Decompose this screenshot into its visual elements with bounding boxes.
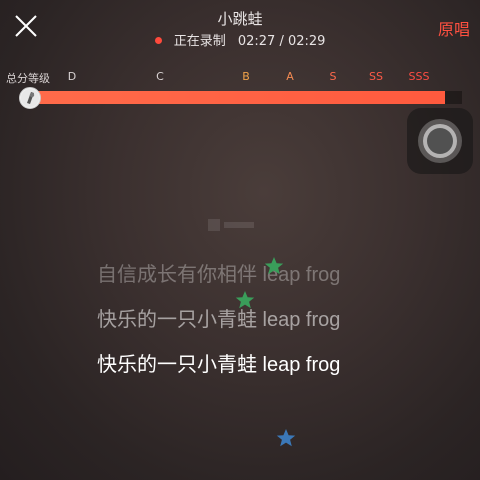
original-vocal-button[interactable]: 原唱 bbox=[438, 16, 470, 40]
grade-sss: SSS bbox=[408, 70, 430, 83]
star-icon bbox=[264, 257, 284, 275]
user-avatar bbox=[19, 87, 41, 109]
time-total: 02:29 bbox=[287, 34, 326, 49]
score-progress-track bbox=[32, 91, 462, 104]
time-current: 02:27 bbox=[237, 34, 276, 49]
recording-dot-icon bbox=[154, 37, 162, 44]
lyric-line-previous: 自信成长有你相伴 leap frog bbox=[97, 264, 341, 286]
recording-status-bar: 正在录制 02:27 / 02:29 bbox=[0, 30, 480, 49]
recording-status-text: 正在录制 bbox=[173, 34, 226, 49]
time-separator: / bbox=[279, 34, 284, 49]
assistive-touch-button[interactable] bbox=[407, 108, 473, 174]
song-title: 小跳蛙 bbox=[217, 10, 263, 28]
star-icon bbox=[276, 429, 296, 447]
grade-ss: SS bbox=[369, 70, 383, 83]
lyric-line-current: 快乐的一只小青蛙 leap frog bbox=[97, 309, 341, 331]
score-grade-label: 总分等级 bbox=[6, 72, 50, 85]
grade-d: D bbox=[67, 70, 77, 83]
grade-a: A bbox=[286, 70, 294, 83]
assistive-touch-core bbox=[427, 128, 453, 154]
lyric-line-next: 快乐的一只小青蛙 leap frog bbox=[97, 354, 341, 376]
score-progress-fill bbox=[32, 91, 445, 104]
grade-s: S bbox=[329, 70, 337, 83]
grade-b: B bbox=[242, 70, 250, 83]
grade-c: C bbox=[156, 70, 164, 83]
watermark-logo bbox=[208, 219, 254, 231]
star-icon bbox=[235, 291, 255, 309]
